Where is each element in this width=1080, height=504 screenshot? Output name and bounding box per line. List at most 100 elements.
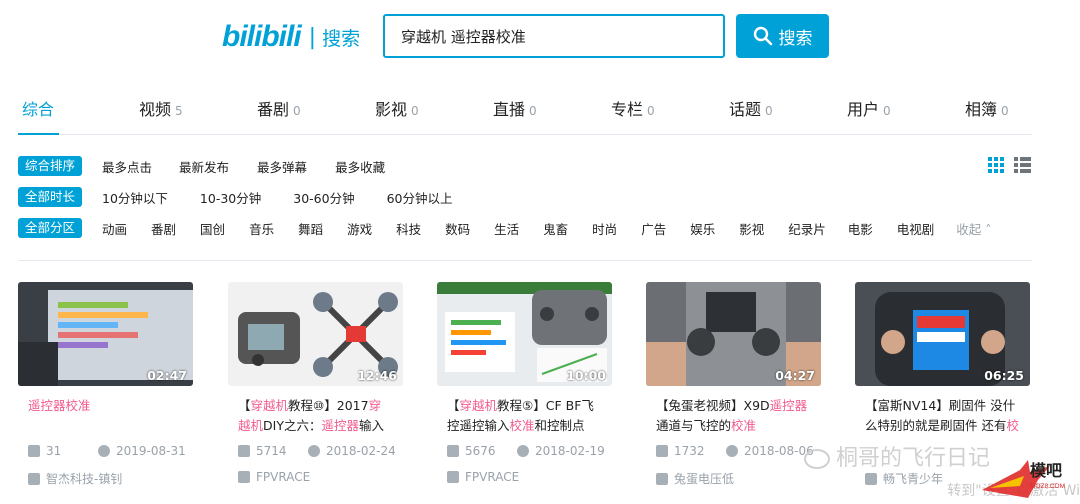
tab-live[interactable]: 直播 0 xyxy=(493,96,537,120)
tab-video[interactable]: 视频 5 xyxy=(139,96,183,120)
video-card[interactable]: 12:46 【穿越机教程⑩】2017穿越机DIY之六：遥控器输入的 57142018… xyxy=(228,282,403,500)
zone-option[interactable]: 电影 xyxy=(848,219,873,238)
zone-option[interactable]: 生活 xyxy=(494,219,519,238)
logo-mark: bilibili xyxy=(222,20,302,53)
zone-option[interactable]: 音乐 xyxy=(249,219,274,238)
watermark-title: 桐哥的飞行日记 xyxy=(835,446,990,471)
play-count-icon xyxy=(238,445,250,457)
zone-option[interactable]: 广告 xyxy=(641,219,666,238)
list-view-icon[interactable] xyxy=(1014,157,1031,173)
tab-article[interactable]: 专栏 0 xyxy=(611,96,655,120)
upload-date-group: 2018-08-06 xyxy=(726,444,814,458)
grid-view-icon[interactable] xyxy=(988,157,1005,173)
bilibili-logo[interactable]: bilibili | 搜索 xyxy=(222,20,360,54)
clock-icon xyxy=(726,445,738,457)
moz8-badge-label: 模吧 xyxy=(1030,461,1062,480)
uploader-link[interactable]: FPVRACE xyxy=(447,470,519,484)
zone-active-chip[interactable]: 全部分区 xyxy=(18,218,83,238)
uploader-icon xyxy=(28,472,40,485)
tab-label: 综合 xyxy=(22,100,55,119)
zone-option[interactable]: 国创 xyxy=(200,219,225,238)
sort-option[interactable]: 最多点击 xyxy=(102,157,152,176)
video-thumbnail[interactable]: 02:47 xyxy=(18,282,193,386)
uploader-link[interactable]: 畅飞青少年 xyxy=(865,470,943,487)
tab-all[interactable]: 综合 xyxy=(22,96,54,120)
keyword-highlight: 穿越机 xyxy=(459,398,498,413)
zone-option[interactable]: 游戏 xyxy=(347,219,372,238)
uploader-name: 畅飞青少年 xyxy=(883,472,944,486)
zone-option[interactable]: 影视 xyxy=(739,219,764,238)
uploader-icon xyxy=(447,471,459,483)
sort-active-chip[interactable]: 综合排序 xyxy=(18,156,83,176)
video-card[interactable]: 10:00 【穿越机教程⑤】CF BF飞控遥控输入校准和控制点 5676 2018-0… xyxy=(437,282,612,500)
duration-active-chip[interactable]: 全部时长 xyxy=(18,187,83,207)
zone-option[interactable]: 时尚 xyxy=(592,219,617,238)
title-text: DIY之六： xyxy=(263,418,322,433)
zone-option[interactable]: 舞蹈 xyxy=(298,219,323,238)
video-card[interactable]: 02:47 遥控器校准 31 2019-08-31 智杰科技-镇钊 xyxy=(18,282,193,500)
zone-option[interactable]: 番剧 xyxy=(151,219,176,238)
video-title[interactable]: 【富斯NV14】刷固件 没什么特别的就是刷固件 还有校 xyxy=(865,396,1020,436)
tab-album[interactable]: 相簿 0 xyxy=(965,96,1009,120)
title-text: 通道与飞控的 xyxy=(656,418,732,433)
video-thumbnail[interactable]: 04:27 xyxy=(646,282,821,386)
keyword-highlight: 遥控器校准 xyxy=(28,398,91,413)
uploader-link[interactable]: FPVRACE xyxy=(238,470,310,484)
duration-filter-row: 全部时长 10分钟以下 10-30分钟 30-60分钟 60分钟以上 xyxy=(18,187,472,207)
video-thumbnail[interactable]: 06:25 xyxy=(855,282,1030,386)
tab-topic[interactable]: 话题 0 xyxy=(729,96,773,120)
play-count: 1732 xyxy=(674,444,705,458)
video-card[interactable]: 04:27 【兔蛋老视频】X9D遥控器通道与飞控的校准 1732 2018-08-06… xyxy=(646,282,821,500)
title-text: 【 xyxy=(447,398,460,413)
zone-option[interactable]: 电视剧 xyxy=(897,219,935,238)
duration-option[interactable]: 30-60分钟 xyxy=(293,188,354,207)
zone-option[interactable]: 动画 xyxy=(102,219,127,238)
zone-option[interactable]: 纪录片 xyxy=(788,219,826,238)
upload-date-group: 2018-02-19 xyxy=(517,444,605,458)
collapse-button[interactable]: 收起 ˄ xyxy=(956,219,991,238)
tab-bangumi[interactable]: 番剧 0 xyxy=(257,96,301,120)
zone-option[interactable]: 鬼畜 xyxy=(543,219,568,238)
result-type-tabs: 综合 视频 5 番剧 0 影视 0 直播 0 专栏 0 话题 0 用户 0 相簿 0 xyxy=(18,90,1032,135)
zone-option[interactable]: 娱乐 xyxy=(690,219,715,238)
uploader-name: 智杰科技-镇钊 xyxy=(46,472,123,486)
duration-option[interactable]: 10-30分钟 xyxy=(200,188,261,207)
duration-option[interactable]: 10分钟以下 xyxy=(102,188,168,207)
duration-option[interactable]: 60分钟以上 xyxy=(387,188,453,207)
uploader-icon xyxy=(238,471,250,483)
uploader-link[interactable]: 兔蛋电压低 xyxy=(656,470,734,487)
uploader-link[interactable]: 智杰科技-镇钊 xyxy=(28,470,122,487)
sort-option[interactable]: 最新发布 xyxy=(179,157,229,176)
tab-count: 0 xyxy=(1001,104,1009,118)
keyword-highlight: 校准 xyxy=(509,418,535,433)
video-stats: 5714 2018-02-24 xyxy=(238,444,396,458)
search-button[interactable]: 搜索 xyxy=(736,14,829,58)
search-icon xyxy=(753,26,772,46)
collapse-label: 收起 xyxy=(956,221,982,237)
tab-count: 0 xyxy=(883,104,891,118)
video-title[interactable]: 【兔蛋老视频】X9D遥控器通道与飞控的校准 xyxy=(656,396,811,436)
zone-option[interactable]: 数码 xyxy=(445,219,470,238)
video-thumbnail[interactable]: 12:46 xyxy=(228,282,403,386)
video-title[interactable]: 【穿越机教程⑤】CF BF飞控遥控输入校准和控制点 xyxy=(447,396,602,436)
tab-user[interactable]: 用户 0 xyxy=(847,96,891,120)
tab-label: 相簿 xyxy=(965,100,998,119)
uploader-name: FPVRACE xyxy=(465,470,520,484)
tab-film[interactable]: 影视 0 xyxy=(375,96,419,120)
tab-label: 视频 xyxy=(139,100,172,119)
video-duration: 12:46 xyxy=(357,368,397,383)
logo-subtitle: 搜索 xyxy=(322,27,361,50)
video-duration: 02:47 xyxy=(147,368,187,383)
zone-option[interactable]: 科技 xyxy=(396,219,421,238)
view-toggle xyxy=(988,157,1031,173)
play-count: 31 xyxy=(46,444,62,458)
tab-label: 专栏 xyxy=(611,100,644,119)
video-title[interactable]: 【穿越机教程⑩】2017穿越机DIY之六：遥控器输入的 xyxy=(238,396,393,436)
video-title[interactable]: 遥控器校准 xyxy=(28,396,183,436)
sort-option[interactable]: 最多收藏 xyxy=(335,157,385,176)
video-stats: 31 2019-08-31 xyxy=(28,444,186,458)
search-input[interactable] xyxy=(383,14,725,58)
video-thumbnail[interactable]: 10:00 xyxy=(437,282,612,386)
play-count-icon xyxy=(28,445,40,457)
sort-option[interactable]: 最多弹幕 xyxy=(257,157,307,176)
